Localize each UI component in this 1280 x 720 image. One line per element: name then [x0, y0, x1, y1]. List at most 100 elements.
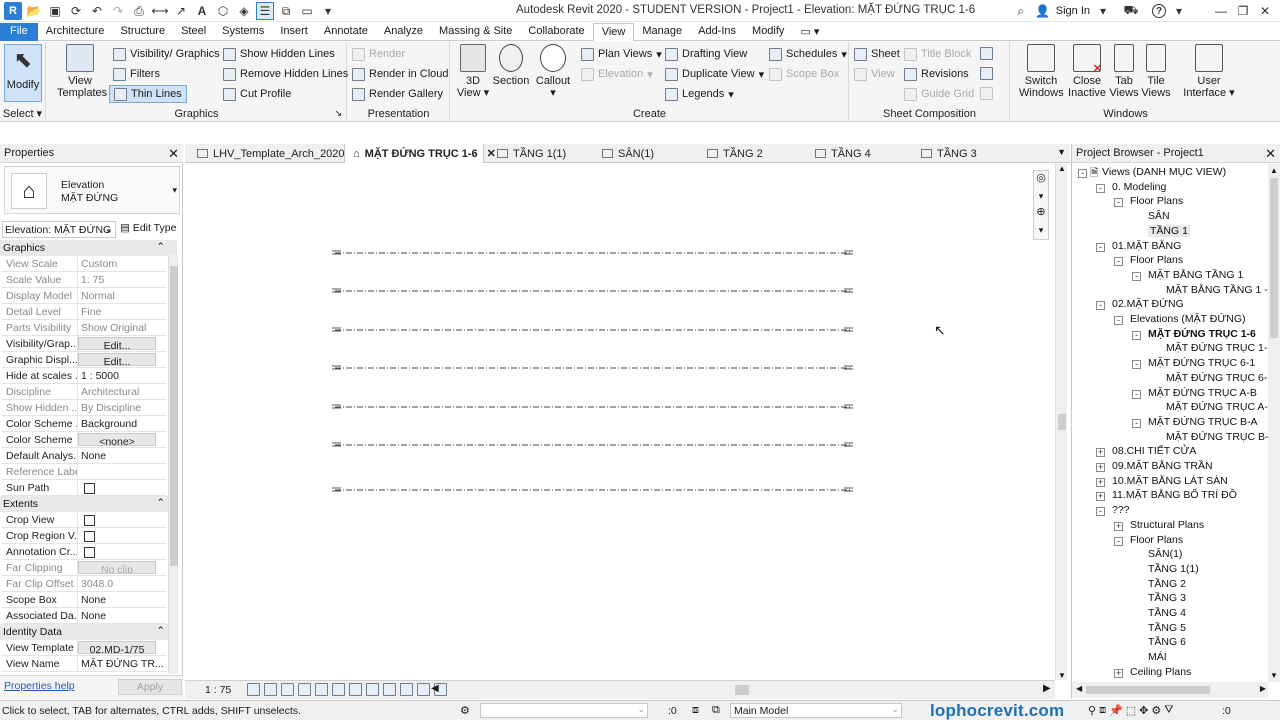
browser-tree-item[interactable]: TẦNG 6	[1148, 636, 1186, 648]
property-value[interactable]: 02.MD-1/75	[78, 641, 156, 654]
browser-tree-item[interactable]: TẦNG 1	[1148, 224, 1190, 237]
close-window-icon[interactable]: ✕	[1256, 2, 1274, 20]
drawing-canvas[interactable]: ◎ ▾ ⊕ ▾ ↖	[185, 164, 1055, 680]
browser-tree-item[interactable]: MẶT ĐỨNG TRỤC A-B	[1148, 387, 1257, 399]
collapse-node-icon[interactable]: -	[1096, 242, 1105, 252]
pb-horizontal-scrollbar[interactable]: ◀ ▶	[1072, 682, 1268, 698]
collapse-node-icon[interactable]: -	[1114, 536, 1123, 546]
sync-icon[interactable]: ⟳	[67, 2, 85, 20]
ribbon-tab-analyze[interactable]: Analyze	[376, 23, 431, 41]
pb-vscroll-thumb[interactable]	[1270, 178, 1278, 338]
view-place-button[interactable]: View	[854, 65, 895, 83]
ribbon-tab-collaborate[interactable]: Collaborate	[520, 23, 592, 41]
canvas-vertical-scrollbar[interactable]: ▲ ▼	[1055, 164, 1067, 680]
redo-icon[interactable]: ↷	[109, 2, 127, 20]
properties-section-header[interactable]: Graphics ⌃	[0, 240, 177, 256]
visibility-graphics-button[interactable]: Visibility/ Graphics	[113, 45, 220, 63]
render-button[interactable]: Render	[352, 45, 405, 63]
view-tab[interactable]: LHV_Template_Arch_2020	[189, 144, 349, 163]
browser-tree-item[interactable]: MẶT ĐỨNG TRỤC 6-1 -	[1166, 372, 1268, 384]
hscroll-left-icon[interactable]: ◀	[431, 683, 439, 694]
collapse-node-icon[interactable]: -	[1096, 301, 1105, 311]
render-gallery-button[interactable]: Render Gallery	[352, 85, 443, 103]
design-option-select[interactable]: Main Model ⌄	[730, 703, 902, 718]
view-tab[interactable]: SÂN(1)	[594, 144, 694, 163]
detail-level-icon[interactable]	[247, 683, 260, 696]
switch-windows-icon[interactable]: ▭	[298, 2, 316, 20]
property-value[interactable]	[78, 480, 166, 495]
type-dropdown-icon[interactable]: ▾	[172, 185, 177, 196]
expand-node-icon[interactable]: +	[1096, 492, 1105, 502]
view-tab[interactable]: TẦNG 3	[913, 144, 1023, 163]
contextual-tab-dropdown-icon[interactable]: ▭ ▾	[792, 23, 827, 41]
zoom-region-icon[interactable]: ⊕	[1034, 205, 1048, 225]
ribbon-tab-massing-site[interactable]: Massing & Site	[431, 23, 520, 41]
schedules-button[interactable]: Schedules ▾	[769, 45, 847, 63]
property-checkbox[interactable]	[84, 531, 95, 542]
browser-tree-item[interactable]: 11.MẶT BẰNG BỐ TRÍ ĐỒ	[1112, 489, 1237, 501]
worksharing-display-icon[interactable]	[417, 683, 430, 696]
collapse-node-icon[interactable]: -	[1096, 507, 1105, 517]
select-by-face-icon[interactable]: ⬚	[1126, 704, 1136, 717]
filters-button[interactable]: Filters	[113, 65, 160, 83]
undo-icon[interactable]: ↶	[88, 2, 106, 20]
browser-tree-item[interactable]: Ceiling Plans	[1130, 666, 1191, 678]
modify-button[interactable]: ⬉ Modify	[4, 44, 42, 102]
show-hidden-lines-button[interactable]: Show Hidden Lines	[223, 45, 335, 63]
expand-node-icon[interactable]: +	[1096, 477, 1105, 487]
pb-vertical-scrollbar[interactable]: ▲ ▼	[1268, 164, 1280, 682]
ribbon-tab-modify[interactable]: Modify	[744, 23, 792, 41]
callout-button[interactable]: Callout ▾	[533, 44, 573, 99]
ribbon-tab-steel[interactable]: Steel	[173, 23, 214, 41]
background-process-icon[interactable]: ⚙	[1151, 704, 1161, 717]
plan-views-button[interactable]: Plan Views ▾	[581, 45, 662, 63]
section-icon[interactable]: ◈	[235, 2, 253, 20]
view-tab[interactable]: TẦNG 2	[699, 144, 809, 163]
elevation-button[interactable]: Elevation ▾	[581, 65, 653, 83]
render-dialog-icon[interactable]	[315, 683, 328, 696]
browser-tree-item[interactable]: 08.CHI TIẾT CỬA	[1112, 445, 1196, 457]
text-icon[interactable]: A	[193, 2, 211, 20]
property-value[interactable]	[78, 544, 166, 559]
collapse-node-icon[interactable]: -	[1078, 169, 1087, 178]
pb-hscroll-thumb[interactable]	[1086, 686, 1210, 694]
help-dropdown-icon[interactable]: ▾	[1170, 2, 1188, 20]
unlocked-3d-icon[interactable]	[366, 683, 379, 696]
view-templates-button[interactable]: View Templates	[57, 44, 107, 99]
restore-icon[interactable]: ❐	[1234, 2, 1252, 20]
properties-section-header[interactable]: Extents ⌃	[0, 496, 177, 512]
duplicate-view-button[interactable]: Duplicate View ▾	[665, 65, 764, 83]
switch-windows-button[interactable]: Switch Windows	[1019, 44, 1064, 99]
close-inactive-button[interactable]: ✕ Close Inactive	[1067, 44, 1107, 99]
section-collapse-icon[interactable]: ⌃	[156, 241, 165, 253]
scroll-up-icon[interactable]: ▲	[1058, 164, 1066, 173]
browser-tree-item[interactable]: MẶT ĐỨNG TRỤC 6-1	[1148, 357, 1255, 369]
section-button[interactable]: Section	[491, 44, 531, 87]
select-links-icon[interactable]: ⚲	[1088, 704, 1096, 717]
property-value[interactable]: None	[78, 608, 166, 623]
property-value[interactable]: No clip	[78, 561, 156, 574]
property-checkbox[interactable]	[84, 547, 95, 558]
worksets-icon[interactable]: ⚙	[460, 704, 470, 717]
tab-views-button[interactable]: Tab Views	[1109, 44, 1139, 99]
browser-tree-item[interactable]: ???	[1112, 504, 1130, 516]
collapse-node-icon[interactable]: -	[1132, 360, 1141, 370]
collapse-node-icon[interactable]: -	[1132, 271, 1141, 281]
viewports-icon[interactable]	[980, 87, 993, 100]
qat-dropdown-icon[interactable]: ▾	[319, 2, 337, 20]
edit-type-button[interactable]: ▤ Edit Type	[120, 222, 176, 234]
scope-box-button[interactable]: Scope Box	[769, 65, 839, 83]
expand-node-icon[interactable]: +	[1114, 521, 1123, 531]
section-collapse-icon[interactable]: ⌃	[156, 497, 165, 509]
expand-node-icon[interactable]: +	[1096, 463, 1105, 472]
revisions-button[interactable]: Revisions	[904, 65, 969, 83]
browser-tree-item[interactable]: Floor Plans	[1130, 534, 1183, 546]
browser-tree-item[interactable]: MẶT ĐỨNG TRỤC 1-6	[1148, 328, 1256, 340]
browser-tree-item[interactable]: TẦNG 4	[1148, 607, 1186, 619]
drag-elements-icon[interactable]: ✥	[1139, 704, 1148, 717]
project-browser-close-icon[interactable]: ✕	[1265, 146, 1276, 162]
browser-tree-item[interactable]: MẶT ĐỨNG TRỤC B-A -	[1166, 431, 1268, 443]
steering-wheel-icon[interactable]: ◎	[1034, 171, 1048, 191]
browser-tree-item[interactable]: TẦNG 5	[1148, 622, 1186, 634]
render-cloud-button[interactable]: Render in Cloud	[352, 65, 449, 83]
